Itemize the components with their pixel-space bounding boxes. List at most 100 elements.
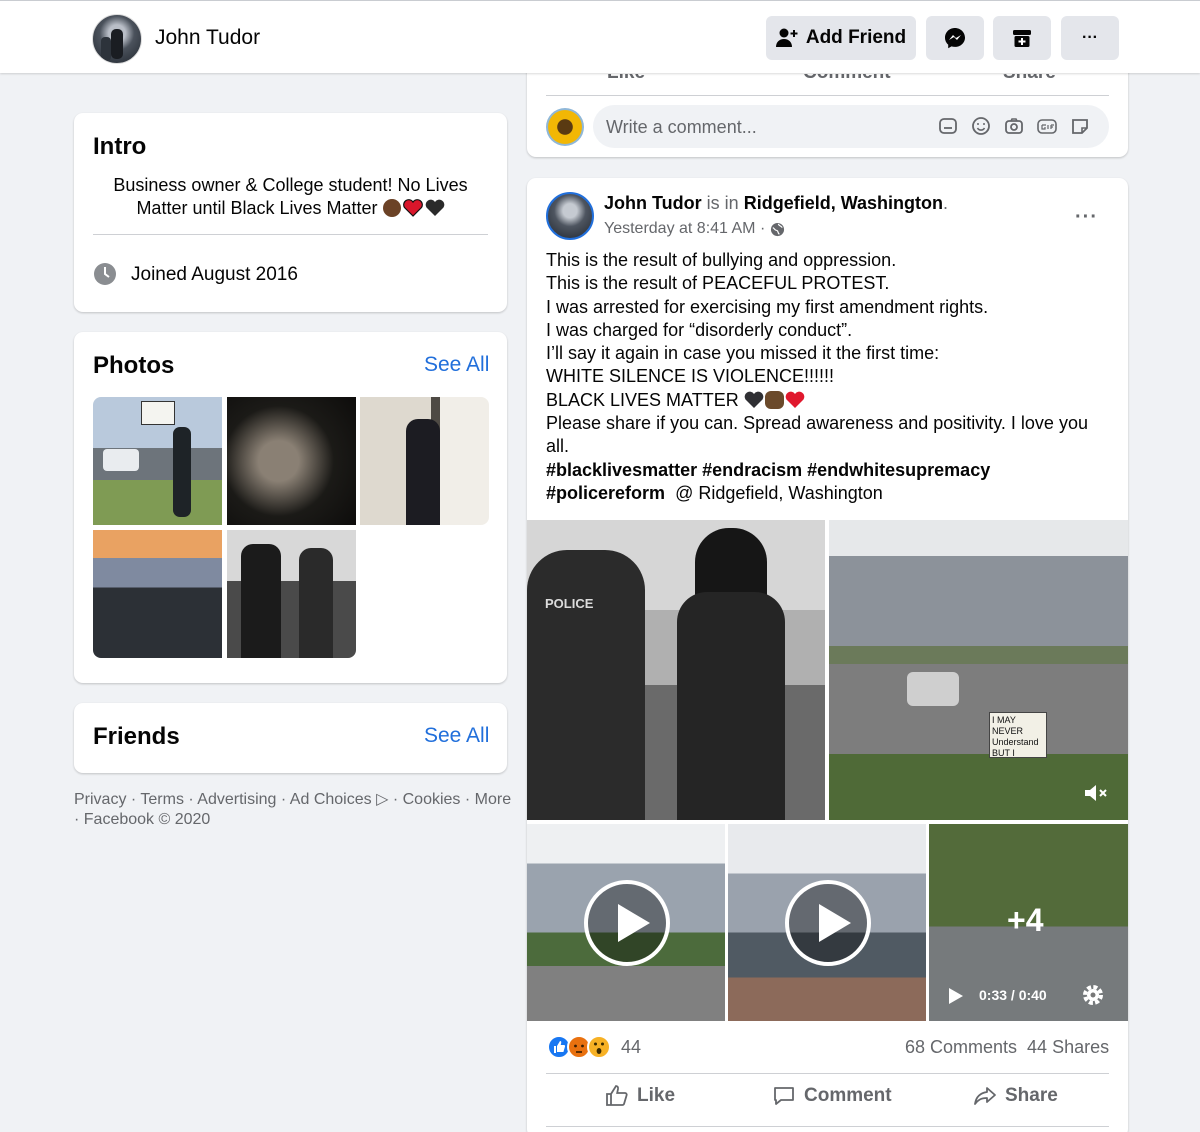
video-time: 0:33 / 0:40	[979, 987, 1047, 1003]
post-line: I was arrested for exercising my first a…	[546, 296, 989, 317]
add-friend-button[interactable]: Add Friend	[766, 16, 916, 60]
gear-icon[interactable]	[1081, 983, 1105, 1007]
post-video-1[interactable]	[527, 824, 725, 1021]
add-friend-label: Add Friend	[805, 27, 907, 48]
play-icon[interactable]	[584, 880, 670, 966]
share-label: Share	[1005, 1085, 1058, 1106]
reactions-summary[interactable]: 44	[547, 1035, 641, 1059]
divider	[546, 95, 1109, 96]
post-line: I’ll say it again in case you missed it …	[546, 343, 940, 364]
post-line: I was charged for “disorderly conduct”.	[546, 319, 853, 340]
profile-name[interactable]: John Tudor	[155, 26, 260, 50]
box-icon	[1013, 30, 1031, 47]
comment-button[interactable]: Comment	[772, 1084, 892, 1108]
comment-placeholder: Write a comment...	[606, 117, 757, 137]
author-avatar[interactable]	[546, 192, 594, 240]
like-button[interactable]: Like	[605, 1084, 675, 1108]
photos-title: Photos	[93, 352, 175, 379]
friends-title: Friends	[93, 723, 180, 750]
black-heart-icon	[425, 199, 444, 216]
photo-thumbnail[interactable]	[93, 530, 222, 658]
post-video-2[interactable]	[728, 824, 926, 1021]
play-icon[interactable]	[785, 880, 871, 966]
like-label: Like	[637, 1085, 676, 1106]
post-video-3[interactable]: +4 0:33 / 0:40	[929, 824, 1128, 1021]
is-in-text: is in	[706, 193, 739, 213]
save-button[interactable]	[993, 16, 1051, 60]
privacy-link[interactable]: Privacy	[74, 791, 126, 808]
protest-sign: I MAY NEVER Understand BUT I STAND	[989, 712, 1047, 758]
photo-thumbnail[interactable]	[227, 530, 356, 658]
profile-avatar[interactable]	[92, 14, 142, 64]
terms-link[interactable]: Terms	[140, 791, 184, 808]
intro-card: Intro Business owner & College student! …	[74, 113, 507, 312]
messenger-icon	[945, 28, 965, 49]
post-line: This is the result of bullying and oppre…	[546, 250, 897, 270]
comment-input[interactable]: Write a comment...	[593, 105, 1109, 148]
red-heart-icon	[785, 391, 805, 408]
avatar-sticker-icon[interactable]	[938, 116, 958, 136]
previous-post-actions: Like Comment Share	[527, 74, 1128, 82]
hearts-emoji	[382, 199, 445, 217]
divider	[93, 234, 488, 235]
at-location[interactable]: @ Ridgefield, Washington	[675, 483, 883, 503]
wow-reaction-icon	[587, 1035, 611, 1059]
intro-title: Intro	[93, 133, 147, 160]
previous-share-button[interactable]: Share	[1003, 74, 1056, 82]
add-friend-icon	[775, 28, 798, 47]
divider	[546, 1073, 1109, 1074]
post-line: Please share if you can. Spread awarenes…	[546, 413, 1088, 457]
sticker-icon[interactable]	[1070, 116, 1090, 136]
friends-see-all-link[interactable]: See All	[424, 724, 489, 748]
raised-fist-icon	[764, 390, 784, 409]
camera-icon[interactable]	[1004, 116, 1024, 136]
emoji-group	[744, 390, 805, 409]
previous-comment-button[interactable]: Comment	[803, 74, 891, 82]
post-line: BLACK LIVES MATTER	[546, 389, 739, 410]
divider	[546, 1126, 1109, 1127]
ad-choices-icon: ▷	[376, 791, 389, 808]
emoji-icon[interactable]	[971, 116, 991, 136]
share-icon	[974, 1087, 996, 1105]
author-name[interactable]: John Tudor	[604, 193, 702, 213]
mute-icon[interactable]	[1083, 782, 1109, 804]
previous-like-button[interactable]: Like	[607, 74, 645, 82]
post-timestamp[interactable]: Yesterday at 8:41 AM ·	[604, 220, 770, 238]
photo-thumbnail[interactable]	[227, 397, 356, 525]
more-media-count: +4	[1007, 902, 1044, 938]
commenter-avatar[interactable]	[546, 108, 584, 146]
post-photo-arrest[interactable]: POLICE	[527, 520, 825, 820]
photo-thumbnail[interactable]	[360, 397, 489, 525]
profile-header-bar: John Tudor Add Friend ···	[0, 0, 1200, 73]
post-body: This is the result of bullying and oppre…	[546, 249, 1106, 505]
joined-date: Joined August 2016	[131, 264, 298, 285]
copyright-text: Facebook © 2020	[83, 811, 211, 828]
brown-heart-icon	[382, 199, 401, 217]
play-small-icon[interactable]	[947, 986, 965, 1006]
comment-label: Comment	[804, 1085, 892, 1106]
photo-thumbnail[interactable]	[93, 397, 222, 525]
post-line: This is the result of PEACEFUL PROTEST.	[546, 273, 890, 294]
globe-icon	[770, 222, 784, 236]
ad-choices-link[interactable]: Ad Choices	[290, 791, 372, 808]
police-label: POLICE	[545, 596, 594, 611]
friends-card: Friends See All	[74, 703, 507, 773]
gif-icon[interactable]	[1037, 116, 1057, 136]
footer-links: Privacy · Terms · Advertising · Ad Choic…	[74, 791, 512, 828]
more-options-button[interactable]: ···	[1061, 16, 1119, 60]
messenger-button[interactable]	[926, 16, 984, 60]
clock-icon	[94, 263, 116, 285]
thumbs-up-icon	[606, 1085, 628, 1106]
post-photo-road[interactable]: I MAY NEVER Understand BUT I STAND	[829, 520, 1128, 820]
cookies-link[interactable]: Cookies	[403, 791, 461, 808]
shares-count[interactable]: 44 Shares	[1027, 1037, 1109, 1058]
photos-see-all-link[interactable]: See All	[424, 353, 489, 377]
post-options-button[interactable]: ···	[1075, 206, 1098, 229]
comments-count[interactable]: 68 Comments	[905, 1037, 1017, 1058]
advertising-link[interactable]: Advertising	[197, 791, 276, 808]
post-line: WHITE SILENCE IS VIOLENCE!!!!!!	[546, 366, 835, 387]
photos-card: Photos See All	[74, 332, 507, 683]
more-link[interactable]: More	[475, 791, 511, 808]
location-link[interactable]: Ridgefield, Washington	[744, 193, 943, 213]
share-button[interactable]: Share	[973, 1084, 1058, 1108]
